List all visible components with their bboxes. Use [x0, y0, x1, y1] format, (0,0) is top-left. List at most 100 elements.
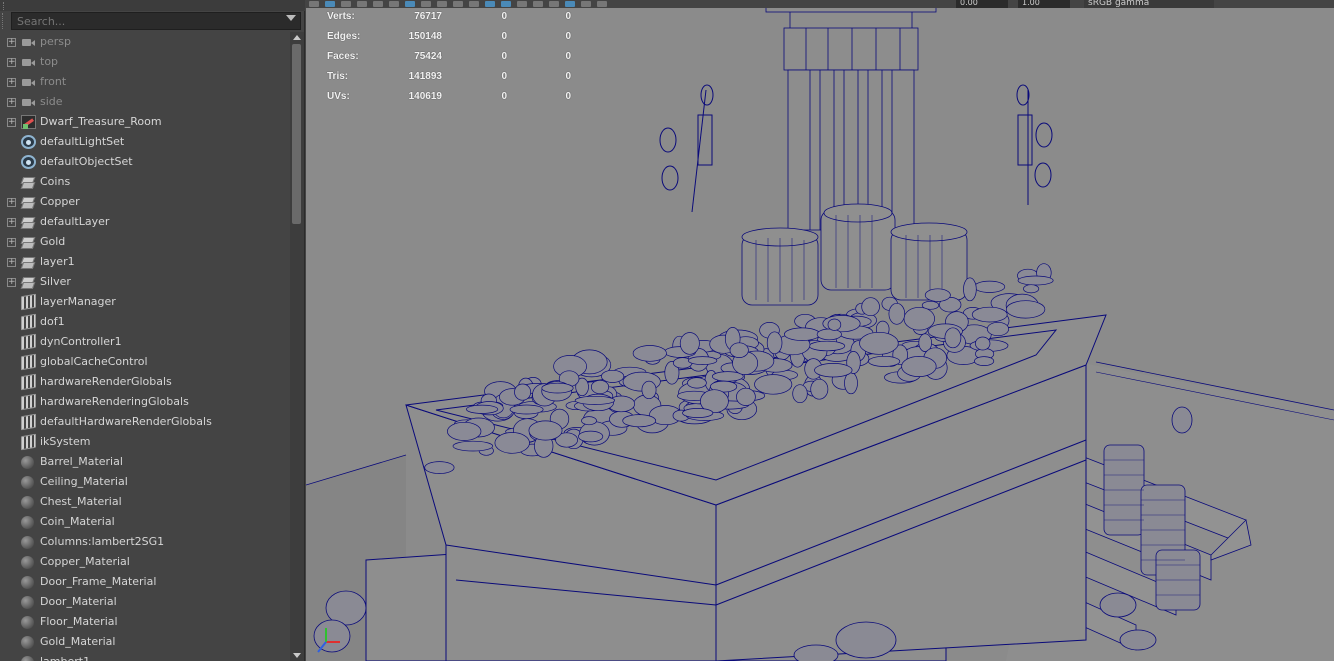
outliner-item[interactable]: Coin_Material [0, 512, 290, 532]
coin-mesh[interactable] [754, 374, 793, 395]
coin-mesh[interactable] [447, 421, 482, 441]
outliner-item[interactable]: Chest_Material [0, 492, 290, 512]
expand-icon[interactable]: + [7, 58, 16, 67]
outliner-item[interactable]: defaultHardwareRenderGlobals [0, 412, 290, 432]
xray-icon[interactable] [485, 1, 495, 7]
coin-mesh[interactable] [814, 363, 853, 378]
shaded-icon[interactable] [421, 1, 431, 7]
isolate-icon[interactable] [501, 1, 511, 7]
coin-mesh[interactable] [971, 306, 1008, 323]
resolution-gate-icon[interactable] [597, 1, 607, 7]
expand-icon[interactable]: + [7, 198, 16, 207]
coin-mesh[interactable] [601, 369, 625, 383]
expand-icon[interactable]: + [7, 78, 16, 87]
coin-mesh[interactable] [868, 355, 901, 367]
outliner-item[interactable]: Door_Frame_Material [0, 572, 290, 592]
gamma-field[interactable]: 1.00 [1018, 0, 1070, 8]
coin-mesh[interactable] [766, 331, 783, 355]
coin-mesh[interactable] [944, 327, 962, 349]
chevron-down-icon[interactable] [286, 15, 296, 21]
expand-icon[interactable]: + [7, 278, 16, 287]
coin-mesh[interactable] [509, 404, 544, 415]
panel-grip[interactable] [3, 2, 6, 10]
expand-icon[interactable]: + [7, 98, 16, 107]
coin-mesh[interactable] [466, 404, 499, 414]
paint-tool-icon[interactable] [341, 1, 351, 7]
coin-mesh[interactable] [687, 377, 707, 389]
outliner-item[interactable]: Coins [0, 172, 290, 192]
outliner-item[interactable]: Columns:lambert2SG1 [0, 532, 290, 552]
outliner-scrollbar[interactable] [290, 32, 304, 661]
outliner-item[interactable]: dynController1 [0, 332, 290, 352]
outliner-item[interactable]: + defaultLayer [0, 212, 290, 232]
camera-attr-icon[interactable] [565, 1, 575, 7]
outliner-item[interactable]: globalCacheControl [0, 352, 290, 372]
outliner-item[interactable]: lambert1 [0, 652, 290, 661]
shadows-icon[interactable] [469, 1, 479, 7]
coin-mesh[interactable] [903, 306, 935, 331]
outliner-item[interactable]: + Copper [0, 192, 290, 212]
coin-mesh[interactable] [687, 356, 718, 365]
coin-mesh[interactable] [986, 321, 1010, 337]
outliner-item[interactable]: + layer1 [0, 252, 290, 272]
exposure-field[interactable]: 0.00 [956, 0, 1008, 8]
aa-icon[interactable] [533, 1, 543, 7]
lights-icon[interactable] [453, 1, 463, 7]
outliner-item[interactable]: + top [0, 52, 290, 72]
search-grip[interactable] [2, 13, 5, 29]
coin-mesh[interactable] [682, 408, 714, 418]
coin-mesh[interactable] [1017, 275, 1054, 286]
coin-mesh[interactable] [729, 342, 749, 358]
coin-mesh[interactable] [578, 430, 604, 443]
bookmark-icon[interactable] [357, 1, 367, 7]
outliner-item[interactable]: Ceiling_Material [0, 472, 290, 492]
coin-mesh[interactable] [859, 331, 899, 355]
coin-mesh[interactable] [590, 379, 610, 395]
outliner-search-input[interactable] [11, 12, 301, 30]
coin-mesh[interactable] [581, 416, 597, 426]
coin-mesh[interactable] [494, 432, 530, 454]
coin-mesh[interactable] [1005, 300, 1046, 319]
outliner-item[interactable]: layerManager [0, 292, 290, 312]
viewport-panel[interactable]: 0.00 1.00 sRGB gamma Verts: 76717 0 0 Edges:… [306, 0, 1334, 661]
coin-mesh[interactable] [784, 327, 821, 341]
wireframe-icon[interactable] [405, 1, 415, 7]
coin-mesh[interactable] [810, 378, 829, 400]
outliner-item[interactable]: defaultLightSet [0, 132, 290, 152]
scroll-down-icon[interactable] [293, 653, 301, 658]
outliner-item[interactable]: Gold_Material [0, 632, 290, 652]
outliner-item[interactable]: + Dwarf_Treasure_Room [0, 112, 290, 132]
coin-mesh[interactable] [641, 380, 657, 400]
outliner-item[interactable]: + Silver [0, 272, 290, 292]
expand-icon[interactable]: + [7, 258, 16, 267]
outliner-item[interactable]: defaultObjectSet [0, 152, 290, 172]
grid-icon[interactable] [389, 1, 399, 7]
ao-icon[interactable] [517, 1, 527, 7]
outliner-item[interactable]: + front [0, 72, 290, 92]
coin-mesh[interactable] [901, 356, 937, 377]
dof-icon[interactable] [549, 1, 559, 7]
expand-icon[interactable]: + [7, 238, 16, 247]
outliner-item[interactable]: + side [0, 92, 290, 112]
outliner-item[interactable]: dof1 [0, 312, 290, 332]
outliner-item[interactable]: Copper_Material [0, 552, 290, 572]
outliner-item[interactable]: Barrel_Material [0, 452, 290, 472]
coin-mesh[interactable] [541, 382, 574, 394]
coin-mesh[interactable] [792, 384, 808, 404]
expand-icon[interactable]: + [7, 218, 16, 227]
lasso-tool-icon[interactable] [325, 1, 335, 7]
coin-mesh[interactable] [816, 328, 842, 341]
outliner-item[interactable]: Door_Material [0, 592, 290, 612]
coin-mesh[interactable] [844, 372, 858, 395]
outliner-item[interactable]: + persp [0, 32, 290, 52]
color-space-dropdown[interactable]: sRGB gamma [1084, 0, 1214, 8]
coin-mesh[interactable] [973, 280, 1006, 293]
coin-mesh[interactable] [736, 387, 756, 406]
outliner-item[interactable]: Floor_Material [0, 612, 290, 632]
coin-mesh[interactable] [574, 395, 616, 405]
coin-mesh[interactable] [808, 340, 846, 352]
coin-mesh[interactable] [963, 277, 977, 302]
coin-mesh[interactable] [632, 345, 667, 362]
textured-icon[interactable] [437, 1, 447, 7]
expand-icon[interactable]: + [7, 38, 16, 47]
